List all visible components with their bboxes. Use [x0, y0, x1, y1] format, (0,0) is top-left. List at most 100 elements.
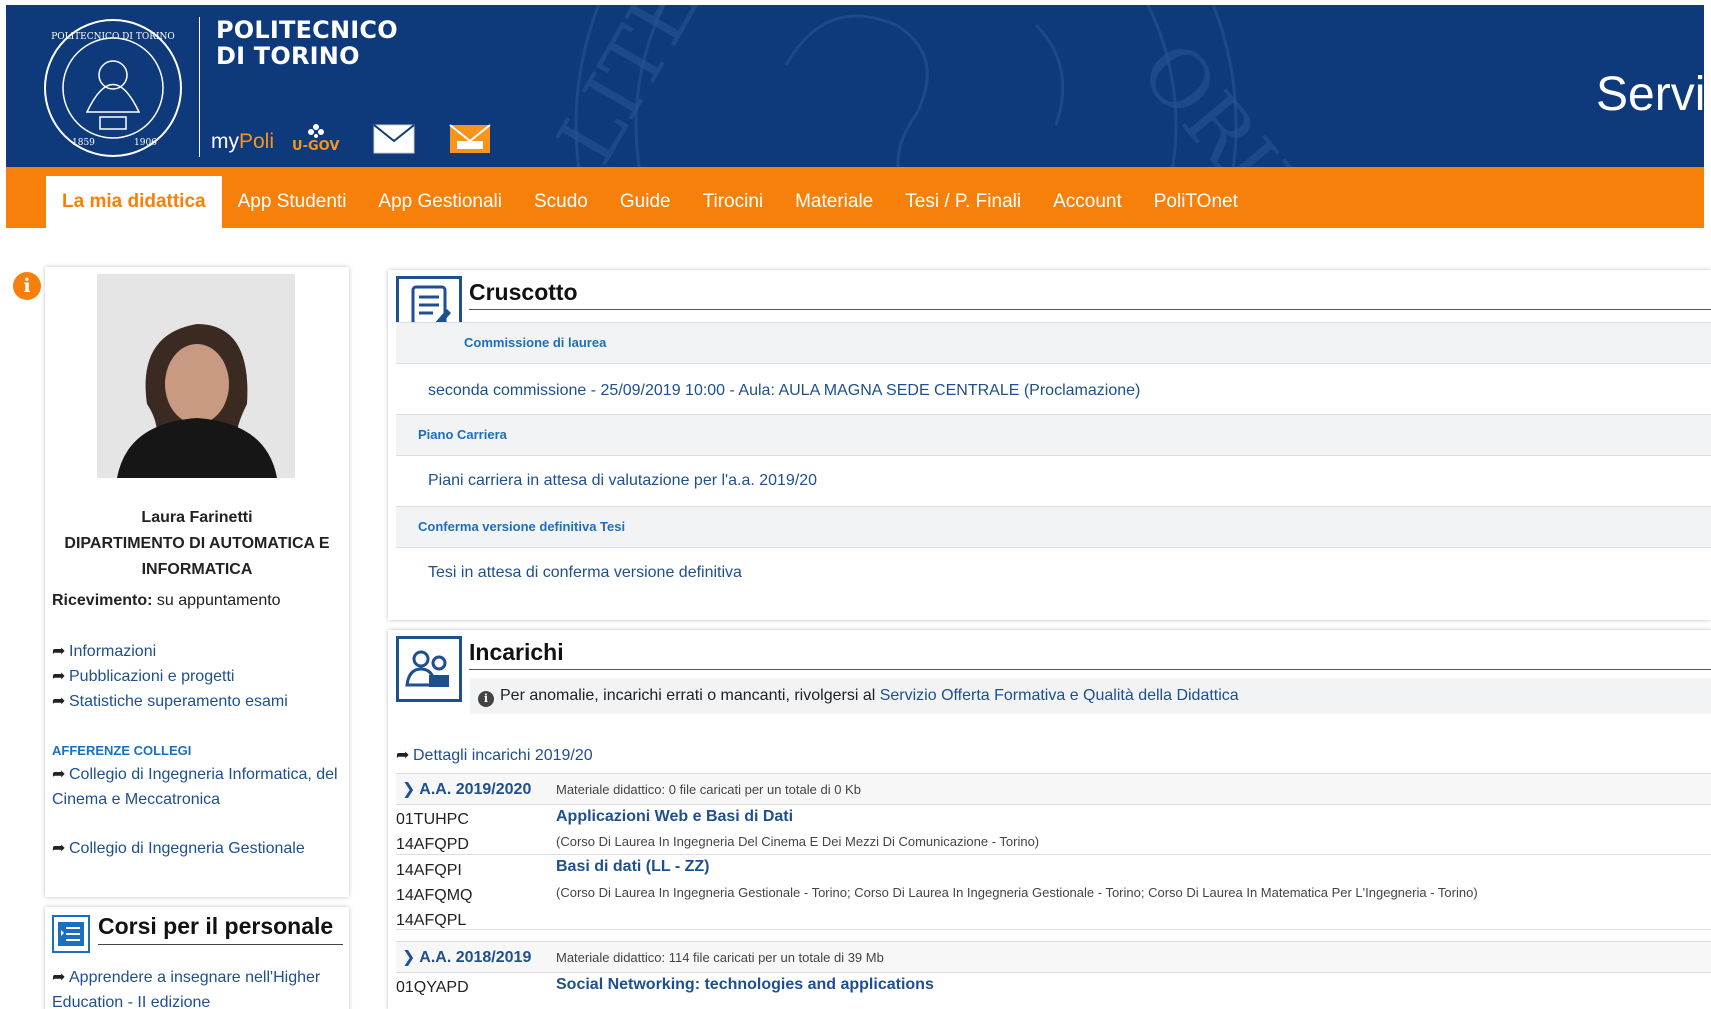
nav-item-tirocini[interactable]: Tirocini: [687, 176, 780, 228]
corsi-title: Corsi per il personale: [98, 913, 334, 939]
incarichi-divider: [469, 669, 1711, 670]
svg-text:POLITECNICO DI TORINO: POLITECNICO DI TORINO: [51, 32, 175, 42]
share-arrow-icon: ➦: [52, 643, 66, 660]
nav-item-guide[interactable]: Guide: [604, 176, 687, 228]
ricevimento-value: su appuntamento: [152, 592, 281, 609]
nav-item-app-gestionali[interactable]: App Gestionali: [362, 176, 518, 228]
profile-info: Laura Farinetti DIPARTIMENTO DI AUTOMATI…: [45, 505, 349, 583]
svg-text:1859: 1859: [72, 138, 95, 148]
year-label: A.A. 2018/2019: [419, 949, 532, 966]
nav-item-tesi[interactable]: Tesi / P. Finali: [889, 176, 1037, 228]
teacher-icon: [396, 636, 462, 702]
section-piano-carriera-header[interactable]: Piano Carriera: [396, 414, 1711, 456]
link-informazioni-text[interactable]: Informazioni: [69, 643, 156, 660]
course-codes: 01TUHPC 14AFQPD: [396, 807, 469, 857]
servizio-offerta-link[interactable]: Servizio Offerta Formativa e Qualità del…: [880, 687, 1239, 704]
course-codes: 14AFQPI 14AFQMQ 14AFQPL: [396, 858, 472, 933]
main-nav: La mia didattica App Studenti App Gestio…: [6, 167, 1704, 228]
share-arrow-icon: ➦: [52, 693, 66, 710]
nav-item-la-mia-didattica[interactable]: La mia didattica: [46, 176, 222, 228]
politecnico-seal-logo: POLITECNICO DI TORINO 1859 1906: [44, 19, 182, 157]
mypoli-link[interactable]: myPoli: [211, 130, 274, 154]
course-name-link[interactable]: Social Networking: technologies and appl…: [556, 976, 934, 994]
link-statistiche[interactable]: ➦ Statistiche superamento esami: [52, 689, 288, 714]
profile-department: DIPARTIMENTO DI AUTOMATICA E: [64, 535, 330, 552]
course-name-link[interactable]: Basi di dati (LL - ZZ): [556, 858, 709, 876]
course-code: 14AFQPL: [396, 912, 467, 929]
header-divider: [199, 17, 200, 157]
dettagli-incarichi-link[interactable]: ➦ Dettagli incarichi 2019/20: [396, 745, 593, 765]
afferenze-links: ➦ Collegio di Ingegneria Informatica, del…: [52, 762, 342, 885]
svg-text:ORIN: ORIN: [1122, 24, 1339, 167]
link-collegio-informatica-text[interactable]: Collegio di Ingegneria Informatica, del …: [52, 766, 338, 808]
ugov-icon: [307, 124, 324, 138]
section-commissione-body[interactable]: seconda commissione - 25/09/2019 10:00 -…: [428, 382, 1140, 400]
nav-item-politonet[interactable]: PoliTOnet: [1138, 176, 1254, 228]
incarichi-note: i Per anomalie, incarichi errati o mancan…: [470, 678, 1711, 714]
link-apprendere-text[interactable]: Apprendere a insegnare nell'Higher Educa…: [52, 969, 320, 1009]
profile-photo: [97, 274, 295, 478]
corsi-personale-panel: Corsi per il personale ➦ Apprendere a ins…: [45, 907, 349, 1009]
mail-icon[interactable]: [373, 124, 416, 154]
nav-item-materiale[interactable]: Materiale: [779, 176, 889, 228]
svg-text:1906: 1906: [134, 138, 157, 148]
link-collegio-informatica[interactable]: ➦ Collegio di Ingegneria Informatica, del…: [52, 762, 342, 812]
course-code: 14AFQPD: [396, 836, 469, 853]
cruscotto-title: Cruscotto: [469, 279, 578, 305]
chevron-right-icon: ❯: [402, 781, 420, 798]
course-description: (Corso Di Laurea In Ingegneria Del Cinem…: [556, 834, 1040, 849]
info-icon[interactable]: i: [13, 272, 41, 300]
course-code: 01TUHPC: [396, 811, 469, 828]
link-collegio-gestionale[interactable]: ➦ Collegio di Ingegneria Gestionale: [52, 836, 342, 861]
info-circle-icon: i: [478, 691, 494, 707]
year-row-2019-2020[interactable]: ❯ A.A. 2019/2020 Materiale didattico: 0 …: [396, 773, 1711, 805]
ricevimento: Ricevimento: su appuntamento: [52, 592, 281, 610]
corsi-divider: [98, 944, 343, 945]
course-row: 14AFQPI 14AFQMQ 14AFQPL Basi di dati (LL…: [396, 855, 1711, 930]
nav-item-app-studenti[interactable]: App Studenti: [222, 176, 363, 228]
year-label: A.A. 2019/2020: [419, 781, 532, 798]
course-name-link[interactable]: Applicazioni Web e Basi di Dati: [556, 808, 793, 826]
link-collegio-gestionale-text[interactable]: Collegio di Ingegneria Gestionale: [69, 840, 305, 857]
header-quick-links: myPoli U-GOV: [211, 123, 492, 154]
ugov-label: U-GOV: [292, 139, 340, 154]
section-commissione-header[interactable]: Commissione di laurea: [396, 322, 1711, 364]
course-code: 14AFQPI: [396, 862, 462, 879]
nav-item-account[interactable]: Account: [1037, 176, 1138, 228]
incarichi-panel: Incarichi i Per anomalie, incarichi errat…: [388, 630, 1711, 1009]
ugov-link[interactable]: U-GOV: [292, 123, 339, 154]
course-code: 14AFQMQ: [396, 887, 473, 904]
share-arrow-icon: ➦: [52, 668, 66, 685]
header-service-title: Servi: [1596, 68, 1704, 121]
site-header: LITE ORIN POLITECNICO DI TORINO 1859 190…: [6, 5, 1704, 167]
link-apprendere[interactable]: ➦ Apprendere a insegnare nell'Higher Educ…: [52, 965, 342, 1009]
year-toggle[interactable]: ❯ A.A. 2018/2019: [402, 947, 531, 967]
nav-item-scudo[interactable]: Scudo: [518, 176, 604, 228]
cruscotto-divider: [469, 309, 1711, 310]
section-tesi-body[interactable]: Tesi in attesa di conferma versione defi…: [428, 564, 742, 582]
share-arrow-icon: ➦: [52, 840, 66, 857]
link-informazioni[interactable]: ➦ Informazioni: [52, 639, 288, 664]
link-pubblicazioni-text[interactable]: Pubblicazioni e progetti: [69, 668, 234, 685]
section-piano-carriera-body[interactable]: Piani carriera in attesa di valutazione …: [428, 472, 817, 490]
svg-text:LITE: LITE: [539, 5, 718, 167]
course-row: 01QYAPD Social Networking: technologies …: [396, 973, 1711, 1009]
afferenze-title: AFFERENZE COLLEGI: [52, 743, 192, 758]
mypoli-suffix: Poli: [239, 130, 275, 153]
brand-line-2: DI TORINO: [216, 42, 360, 70]
brand-name[interactable]: POLITECNICO DI TORINO: [216, 17, 398, 69]
ricevimento-label: Ricevimento:: [52, 592, 153, 609]
course-codes: 01QYAPD: [396, 975, 469, 1000]
section-tesi-header[interactable]: Conferma versione definitiva Tesi: [396, 506, 1711, 548]
brand-line-1: POLITECNICO: [216, 16, 398, 44]
year-row-2018-2019[interactable]: ❯ A.A. 2018/2019 Materiale didattico: 11…: [396, 941, 1711, 973]
corsi-links: ➦ Apprendere a insegnare nell'Higher Educ…: [52, 965, 342, 1009]
link-pubblicazioni[interactable]: ➦ Pubblicazioni e progetti: [52, 664, 288, 689]
course-description: (Corso Di Laurea In Ingegneria Gestional…: [556, 885, 1478, 900]
year-toggle[interactable]: ❯ A.A. 2019/2020: [402, 779, 531, 799]
link-statistiche-text[interactable]: Statistiche superamento esami: [69, 693, 288, 710]
course-code: 01QYAPD: [396, 979, 469, 996]
pronto-mail-icon[interactable]: [449, 124, 492, 154]
note-text: Per anomalie, incarichi errati o mancant…: [500, 687, 880, 704]
cruscotto-panel: Cruscotto Commissione di laurea seconda …: [388, 270, 1711, 620]
